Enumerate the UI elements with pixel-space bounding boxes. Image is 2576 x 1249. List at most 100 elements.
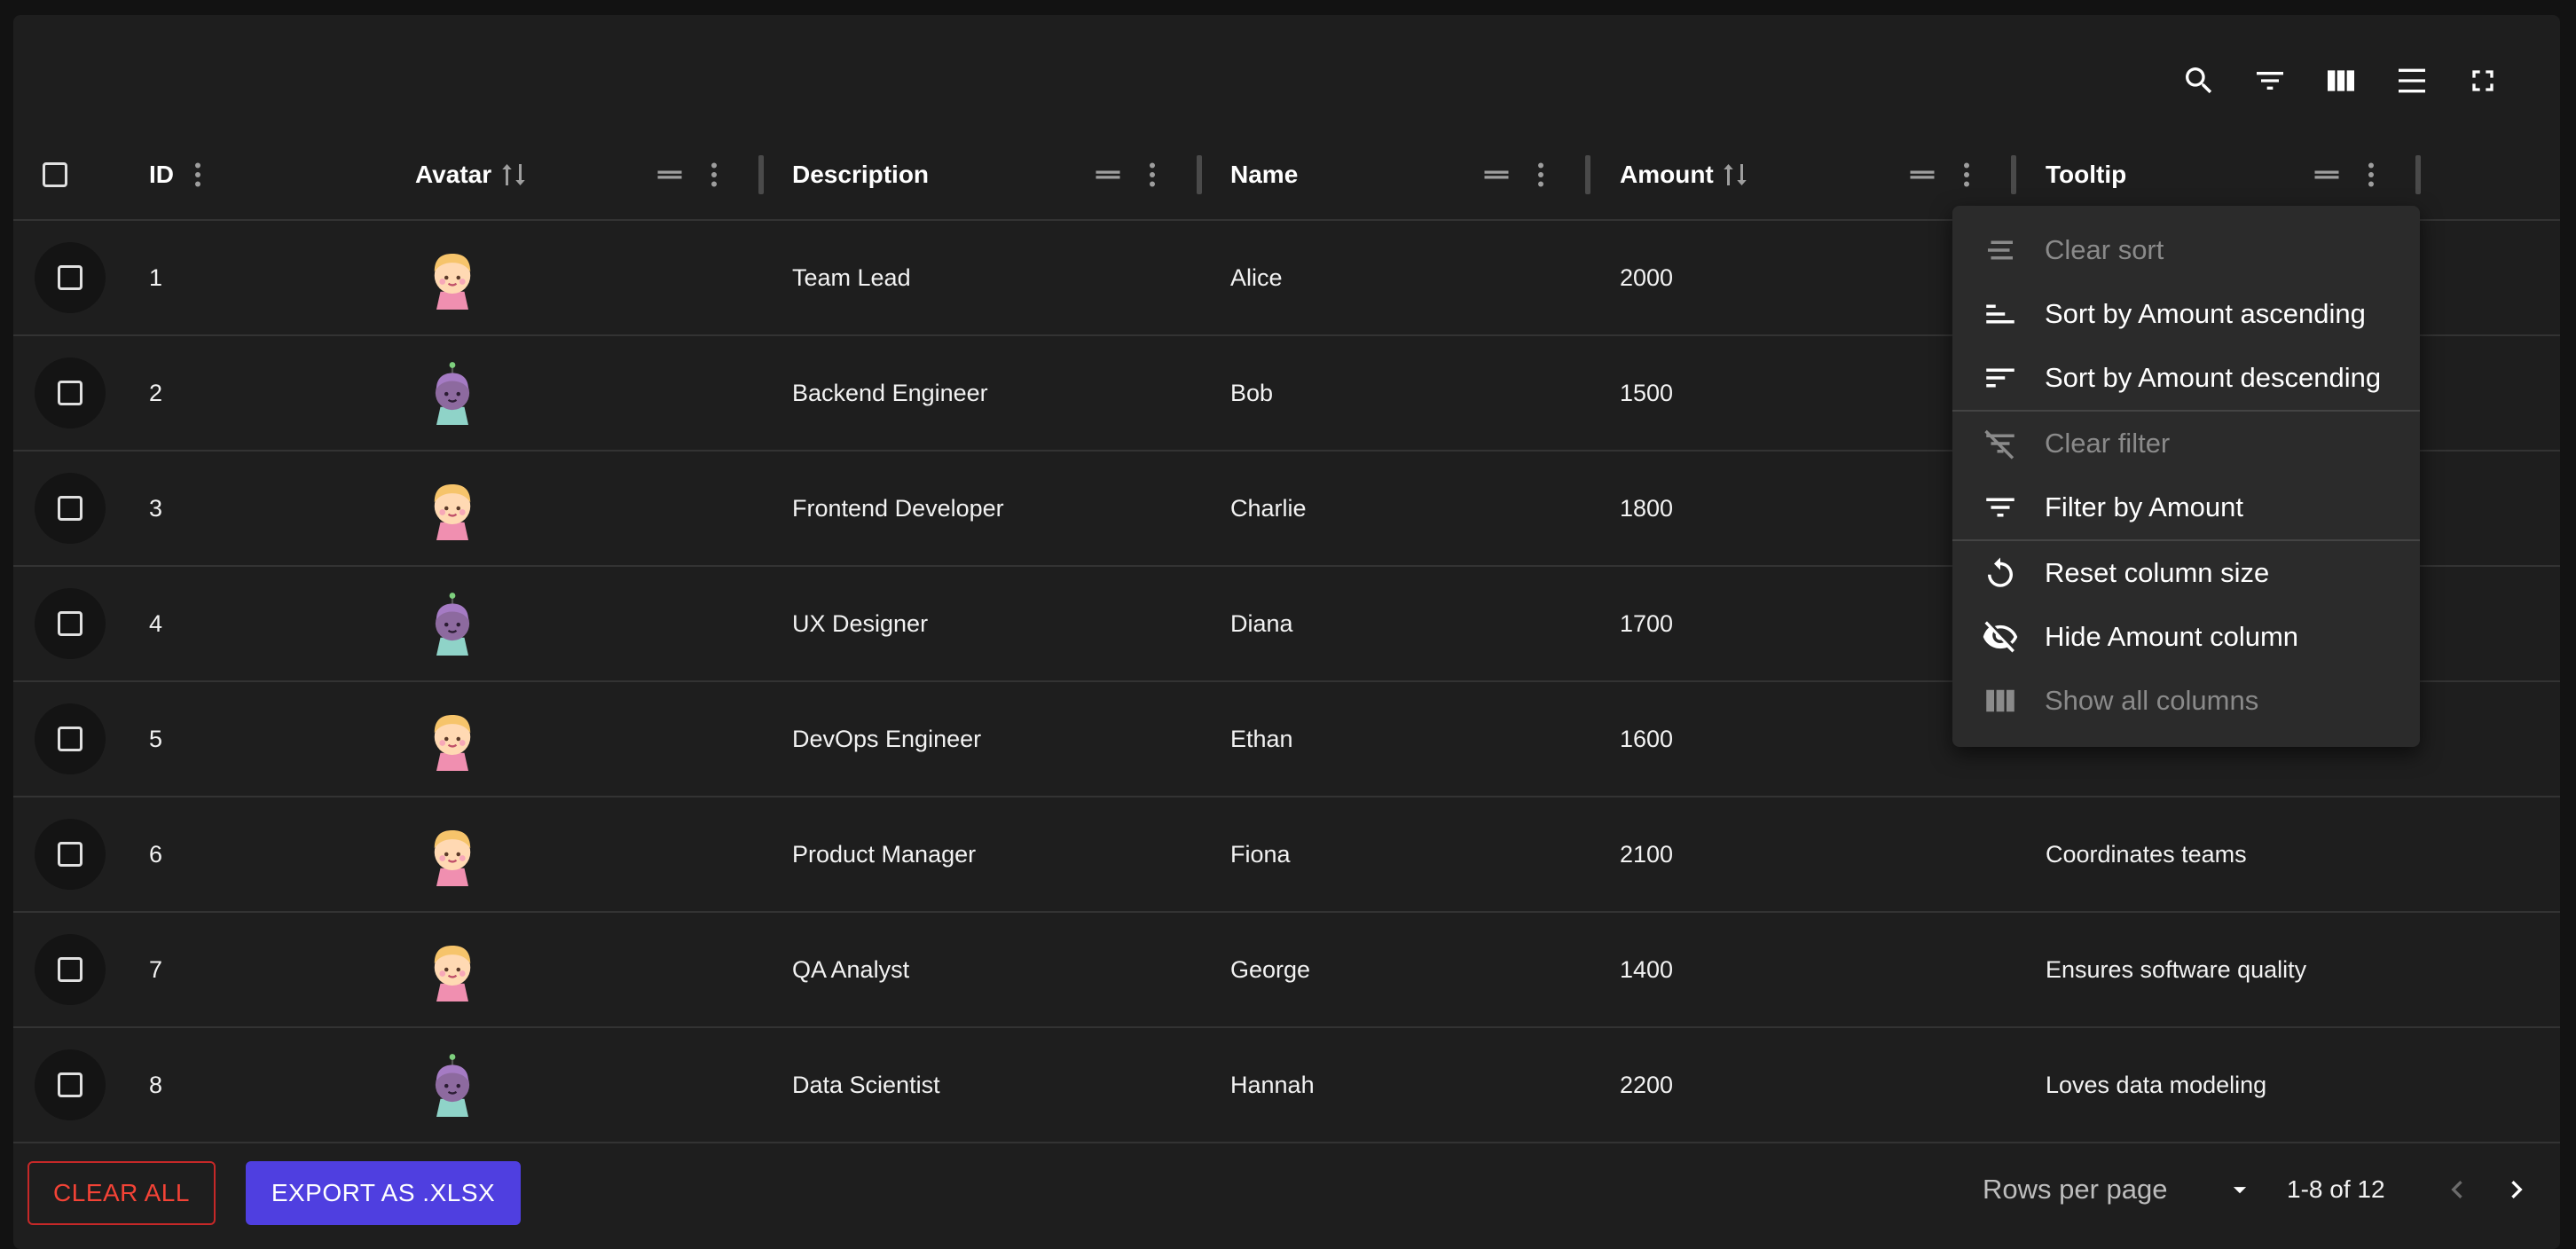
menu-item-reset-size[interactable]: Reset column size [1952,541,2420,605]
cell-amount: 1800 [1620,494,1674,522]
row-checkbox[interactable] [35,819,106,890]
menu-item-sort-descending[interactable]: Sort by Amount descending [1952,346,2420,410]
cell-id: 7 [149,955,163,983]
table-row[interactable]: 8 Data Scientist Hannah 2200 Loves data mode… [13,1028,2560,1143]
avatar-girl-icon [420,476,484,540]
clear-all-button[interactable]: CLEAR ALL [27,1161,216,1225]
sort-icon[interactable] [1717,157,1753,192]
menu-item-hide-column[interactable]: Hide Amount column [1952,605,2420,669]
fullscreen-icon[interactable] [2462,59,2504,102]
header-amount[interactable]: Amount [1620,130,1714,219]
menu-item-sort-ascending[interactable]: Sort by Amount ascending [1952,282,2420,346]
next-page-button[interactable] [2490,1163,2543,1216]
more-vert-icon[interactable] [1949,157,1984,192]
row-checkbox[interactable] [35,588,106,659]
cell-description: QA Analyst [792,955,910,983]
menu-item-label: Reset column size [2045,557,2270,588]
cell-amount: 2100 [1620,840,1674,868]
cell-description: Data Scientist [792,1071,940,1098]
visibility-off-icon [1981,617,2020,656]
avatar-girl-icon [420,707,484,771]
cell-description: Team Lead [792,263,911,291]
header-avatar[interactable]: Avatar [415,130,491,219]
cell-name: Ethan [1230,725,1293,752]
sort-icon[interactable] [496,157,531,192]
previous-page-button[interactable] [2431,1163,2484,1216]
cell-amount: 1500 [1620,379,1674,406]
search-icon[interactable] [2178,59,2220,102]
more-vert-icon[interactable] [1135,157,1170,192]
header-id[interactable]: ID [149,130,174,219]
menu-item-show-all-columns[interactable]: Show all columns [1952,669,2420,733]
cell-id: 3 [149,494,163,522]
filter-icon [1981,488,2020,527]
filter-icon[interactable] [2249,59,2291,102]
cell-description: DevOps Engineer [792,725,982,752]
row-checkbox[interactable] [35,703,106,774]
export-xlsx-button[interactable]: EXPORT AS .XLSX [246,1161,521,1225]
header-amount-label: Amount [1620,161,1714,188]
cell-name: Alice [1230,263,1283,291]
cell-amount: 2200 [1620,1071,1674,1098]
row-checkbox[interactable] [35,357,106,428]
drag-handle-icon[interactable] [1479,157,1514,192]
cell-id: 8 [149,1071,163,1098]
cell-description: Product Manager [792,840,977,868]
column-resize-handle[interactable] [758,155,764,194]
rows-per-page-label: Rows per page [1983,1174,2168,1205]
cell-id: 5 [149,725,163,752]
cell-description: Backend Engineer [792,379,988,406]
table-row[interactable]: 6 Product Manager Fiona 2100 Coordinates tea… [13,797,2560,913]
header-description-label: Description [792,161,930,188]
cell-id: 2 [149,379,163,406]
data-table: ID Avatar Description Name Amount Toolti… [13,15,2560,1249]
drag-handle-icon[interactable] [652,157,687,192]
menu-item-clear-filter[interactable]: Clear filter [1952,412,2420,475]
table-row[interactable]: 7 QA Analyst George 1400 Ensures software qu… [13,913,2560,1028]
rows-per-page-select[interactable] [2213,1163,2266,1216]
cell-description: Frontend Developer [792,494,1004,522]
avatar-girl-icon [420,246,484,310]
cell-amount: 1400 [1620,955,1674,983]
avatar-girl-icon [420,938,484,1002]
header-name[interactable]: Name [1230,130,1298,219]
column-resize-handle[interactable] [2415,155,2421,194]
menu-item-label: Show all columns [2045,685,2259,716]
row-checkbox[interactable] [35,934,106,1005]
select-all-checkbox[interactable] [43,130,67,219]
drag-handle-icon[interactable] [2309,157,2344,192]
columns-icon[interactable] [2320,59,2362,102]
header-tooltip-label: Tooltip [2046,161,2127,188]
more-vert-icon[interactable] [1523,157,1559,192]
chevron-right-icon [2511,1181,2523,1198]
menu-item-filter[interactable]: Filter by Amount [1952,475,2420,539]
table-footer: CLEAR ALL EXPORT AS .XLSX Rows per page … [13,1127,2560,1249]
cell-name: Bob [1230,379,1274,406]
cell-name: Diana [1230,609,1293,637]
row-checkbox[interactable] [35,473,106,544]
density-icon[interactable] [2391,59,2433,102]
row-checkbox[interactable] [35,1049,106,1120]
cell-tooltip: Coordinates teams [2046,840,2247,868]
cell-tooltip: Ensures software quality [2046,955,2307,983]
avatar-alien-icon [420,1053,484,1117]
clear-sort-icon [1981,231,2020,270]
more-vert-icon[interactable] [2353,157,2389,192]
column-resize-handle[interactable] [2011,155,2016,194]
drag-handle-icon[interactable] [1905,157,1940,192]
avatar-girl-icon [420,822,484,886]
column-resize-handle[interactable] [1197,155,1202,194]
sort-ascending-icon [1981,295,2020,334]
header-description[interactable]: Description [792,130,929,219]
chevron-left-icon [2451,1181,2462,1198]
column-resize-handle[interactable] [1585,155,1590,194]
more-vert-icon[interactable] [180,157,216,192]
cell-description: UX Designer [792,609,929,637]
drag-handle-icon[interactable] [1090,157,1126,192]
menu-item-clear-sort[interactable]: Clear sort [1952,218,2420,282]
cell-name: Hannah [1230,1071,1315,1098]
cell-name: George [1230,955,1311,983]
more-vert-icon[interactable] [696,157,732,192]
row-checkbox[interactable] [35,242,106,313]
avatar-alien-icon [420,361,484,425]
